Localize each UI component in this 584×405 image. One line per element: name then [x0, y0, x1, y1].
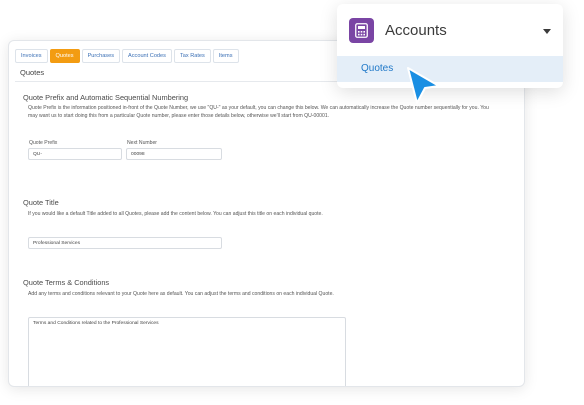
tab-account-codes[interactable]: Account Codes: [122, 49, 172, 63]
cursor-arrow-icon: [407, 67, 440, 104]
accounts-menu-title[interactable]: Accounts: [385, 22, 447, 39]
quote-prefix-label: Quote Prefix: [29, 140, 58, 146]
quote-title-input[interactable]: Professional Services: [28, 237, 222, 249]
terms-section-title: Quote Terms & Conditions: [23, 278, 110, 287]
prefix-section-description: Quote Prefix is the information position…: [28, 105, 489, 119]
next-number-label: Next Number: [127, 140, 158, 146]
accounts-dropdown: Accounts Quotes: [337, 4, 563, 88]
quote-settings-card: Invoices Quotes Purchases Account Codes …: [8, 40, 525, 387]
chevron-down-icon[interactable]: [543, 29, 551, 34]
settings-tabs: Invoices Quotes Purchases Account Codes …: [15, 49, 239, 63]
next-number-input[interactable]: 00098: [126, 148, 222, 160]
tab-quotes[interactable]: Quotes: [49, 49, 80, 63]
title-section-title: Quote Title: [23, 198, 59, 207]
stage: Invoices Quotes Purchases Account Codes …: [0, 0, 584, 405]
terms-section-description: Add any terms and conditions relevant to…: [28, 291, 334, 297]
tab-items[interactable]: Items: [212, 49, 239, 63]
page-title: Quotes: [20, 68, 45, 77]
tab-invoices[interactable]: Invoices: [15, 49, 48, 63]
terms-textarea[interactable]: Terms and Conditions related to the Prof…: [28, 317, 346, 386]
calculator-icon: [349, 18, 374, 43]
tab-tax-rates[interactable]: Tax Rates: [173, 49, 211, 63]
tab-purchases[interactable]: Purchases: [81, 49, 121, 63]
quote-prefix-input[interactable]: QU-: [28, 148, 122, 160]
prefix-section-title: Quote Prefix and Automatic Sequential Nu…: [23, 93, 189, 102]
title-section-description: If you would like a default Title added …: [28, 211, 323, 217]
menu-item-quotes[interactable]: Quotes: [337, 56, 563, 82]
